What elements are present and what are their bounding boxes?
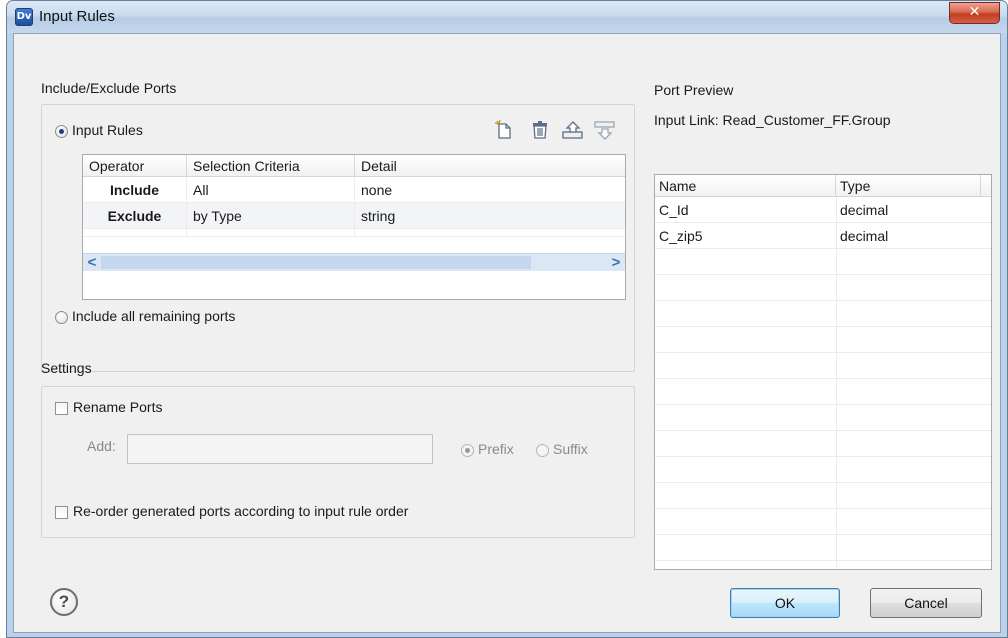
close-button[interactable]: ✕ (949, 2, 1000, 24)
port-preview-table[interactable]: Name Type C_Id decimal C_zip5 decimal (654, 174, 992, 570)
app-icon: Dv (15, 8, 33, 26)
table-row[interactable]: Exclude by Type string (83, 203, 625, 229)
table-row-empty (83, 229, 625, 237)
port-table-header: Name Type (655, 175, 991, 197)
input-rules-label: Input Rules (72, 122, 143, 138)
dialog-window: Dv Input Rules ✕ Include/Exclude Ports I… (6, 0, 1008, 638)
input-rules-table[interactable]: Operator Selection Criteria Detail Inclu… (82, 154, 626, 300)
prefix-radio[interactable] (461, 444, 474, 457)
table-row[interactable]: C_zip5 decimal (655, 223, 991, 249)
settings-section-label: Settings (41, 360, 92, 376)
column-header-type[interactable]: Type (836, 175, 981, 197)
port-preview-section-label: Port Preview (654, 82, 734, 98)
reorder-ports-checkbox[interactable] (55, 506, 68, 519)
cancel-button[interactable]: Cancel (870, 588, 982, 618)
column-header-detail[interactable]: Detail (355, 155, 625, 177)
port-type-cell: decimal (840, 228, 889, 244)
window-title: Input Rules (39, 8, 115, 25)
include-remaining-radio[interactable] (55, 311, 68, 324)
detail-cell: string (361, 208, 396, 224)
operator-cell: Include (83, 177, 187, 203)
move-up-icon[interactable] (562, 120, 583, 140)
column-header-operator[interactable]: Operator (83, 155, 187, 177)
dialog-client-area: Include/Exclude Ports Input Rules Operat… (13, 33, 1001, 633)
port-name-cell: C_zip5 (659, 228, 703, 244)
port-name-cell: C_Id (659, 202, 689, 218)
criteria-cell: by Type (187, 203, 355, 229)
rename-ports-label: Rename Ports (73, 399, 163, 415)
horizontal-scrollbar[interactable]: < > (83, 253, 625, 271)
include-exclude-section-label: Include/Exclude Ports (41, 80, 177, 96)
delete-icon[interactable] (530, 120, 550, 140)
table-row[interactable]: C_Id decimal (655, 197, 991, 223)
criteria-cell: All (187, 177, 355, 203)
scroll-left-icon[interactable]: < (83, 254, 101, 272)
scrollbar-thumb[interactable] (101, 256, 531, 269)
title-bar[interactable]: Dv Input Rules ✕ (7, 1, 1007, 33)
detail-cell: none (361, 182, 393, 198)
suffix-radio[interactable] (536, 444, 549, 457)
operator-cell: Exclude (83, 203, 187, 229)
ok-button[interactable]: OK (730, 588, 840, 618)
input-link-label: Input Link: Read_Customer_FF.Group (654, 112, 891, 128)
rules-table-header: Operator Selection Criteria Detail (83, 155, 625, 177)
add-label: Add: (87, 438, 116, 454)
new-rule-icon[interactable] (494, 119, 514, 140)
scroll-right-icon[interactable]: > (607, 254, 625, 272)
include-remaining-label: Include all remaining ports (72, 308, 236, 324)
port-type-cell: decimal (840, 202, 889, 218)
column-header-selection-criteria[interactable]: Selection Criteria (187, 155, 355, 177)
move-down-icon[interactable] (594, 120, 615, 140)
suffix-label: Suffix (553, 441, 588, 457)
help-icon[interactable]: ? (50, 588, 78, 616)
column-header-name[interactable]: Name (655, 175, 836, 197)
rename-ports-checkbox[interactable] (55, 402, 68, 415)
table-row[interactable]: Include All none (83, 177, 625, 203)
prefix-label: Prefix (478, 441, 514, 457)
add-field[interactable] (127, 434, 433, 464)
reorder-ports-label: Re-order generated ports according to in… (73, 503, 409, 519)
input-rules-radio[interactable] (55, 125, 68, 138)
